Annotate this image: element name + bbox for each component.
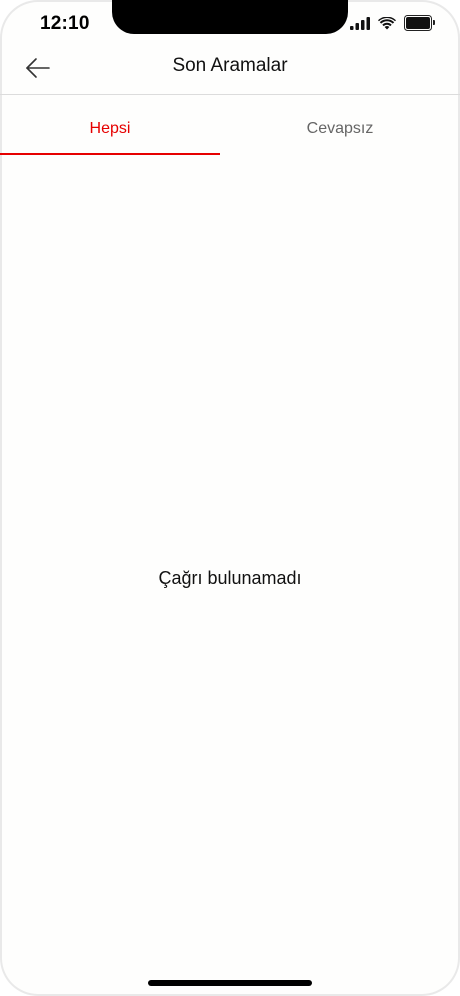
- status-time: 12:10: [40, 13, 90, 34]
- page-title: Son Aramalar: [172, 55, 288, 76]
- tab-all-label: Hepsi: [89, 120, 131, 137]
- phone-screen: 12:10 Son Aramalar Hepsi Cevapsız Çağrı …: [0, 0, 460, 996]
- tab-missed[interactable]: Cevapsız: [220, 95, 460, 157]
- tab-all[interactable]: Hepsi: [0, 95, 220, 157]
- home-indicator[interactable]: [148, 980, 312, 986]
- signal-icon: [350, 16, 370, 30]
- device-notch: [112, 0, 348, 34]
- tab-bar: Hepsi Cevapsız: [0, 95, 460, 157]
- wifi-icon: [378, 16, 396, 29]
- battery-level: [406, 17, 430, 29]
- status-bar: 12:10: [0, 0, 460, 46]
- battery-icon: [404, 15, 435, 31]
- empty-state-message: Çağrı bulunamadı: [158, 568, 302, 588]
- status-icons: [350, 15, 435, 31]
- active-tab-indicator: [0, 153, 220, 155]
- tab-missed-label: Cevapsız: [306, 120, 374, 137]
- app-header: Son Aramalar: [0, 46, 460, 95]
